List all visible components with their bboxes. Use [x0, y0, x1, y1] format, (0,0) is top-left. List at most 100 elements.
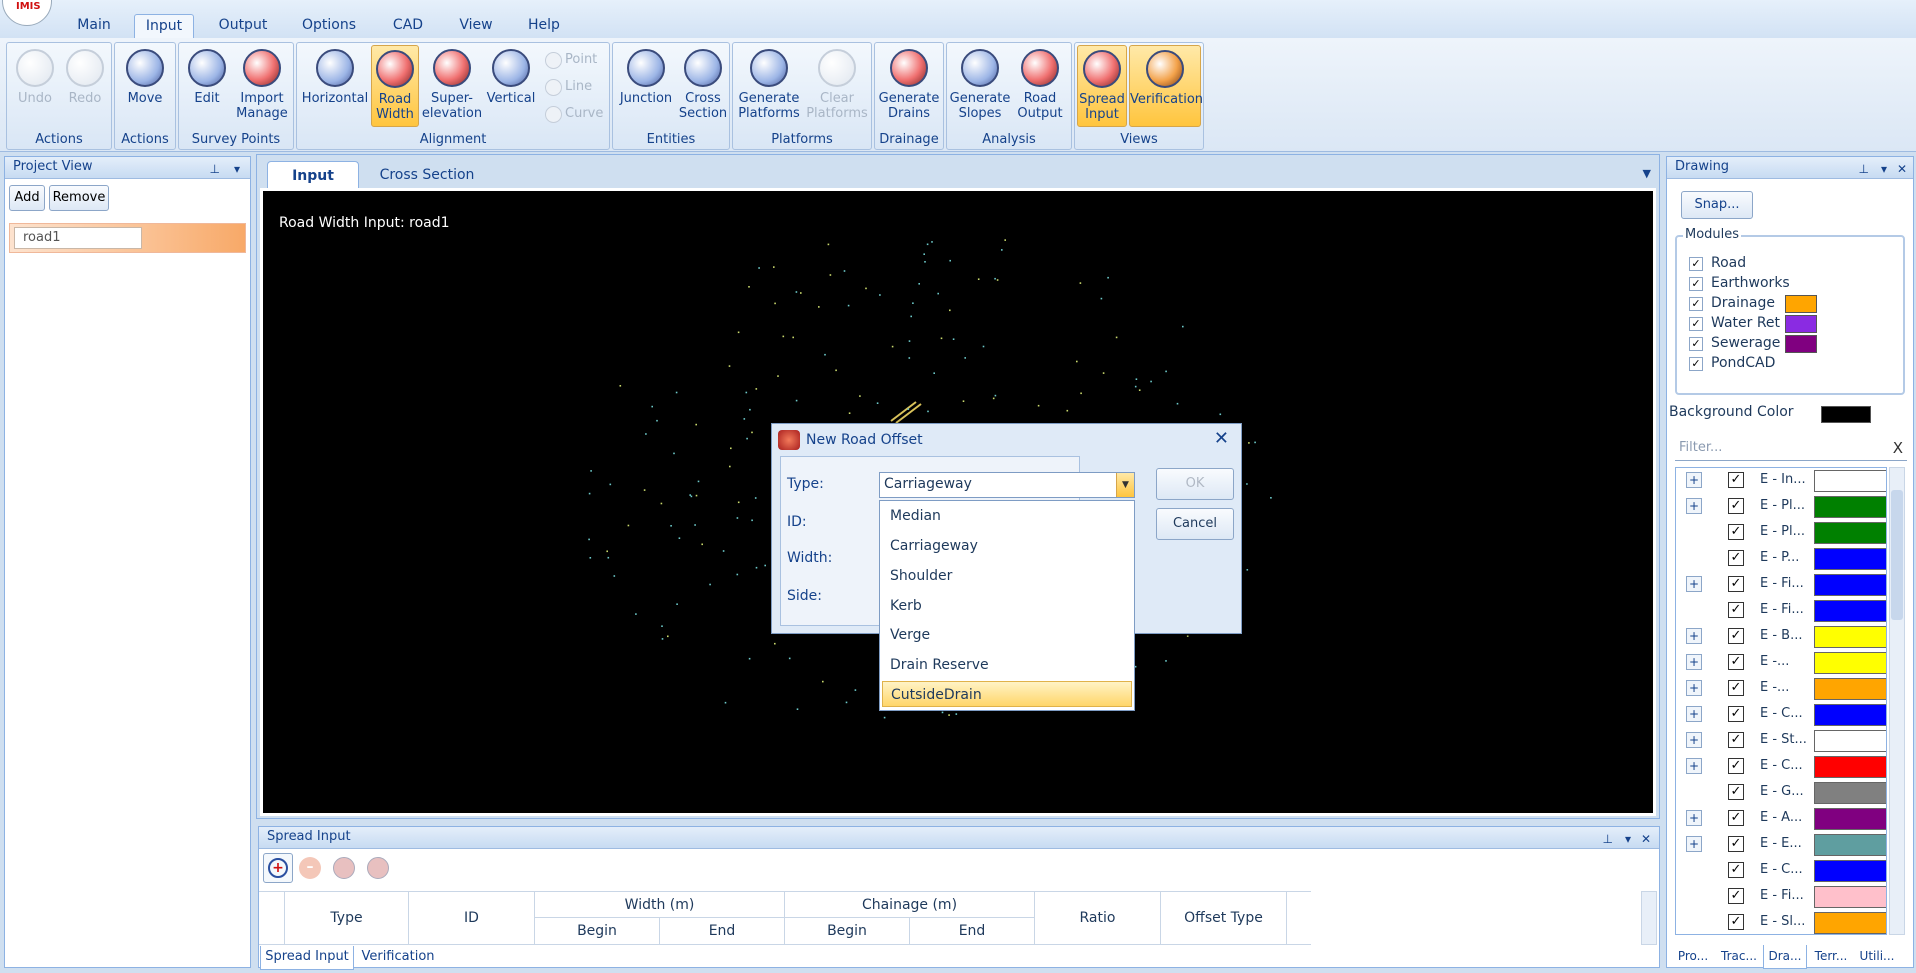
- move-button[interactable]: Move: [119, 45, 171, 127]
- layer-row[interactable]: + ✓ E - B...: [1676, 624, 1886, 650]
- filter-clear-icon[interactable]: X: [1893, 439, 1903, 457]
- layer-color-swatch[interactable]: [1814, 470, 1886, 492]
- verification-button[interactable]: Verification: [1129, 45, 1203, 127]
- grid-scrollbar[interactable]: [1641, 891, 1657, 945]
- module-color-swatch[interactable]: [1785, 295, 1817, 313]
- option-drain-reserve[interactable]: Drain Reserve: [882, 652, 1132, 678]
- layer-row[interactable]: + ✓ E - A...: [1676, 806, 1886, 832]
- import-manage-button[interactable]: Import Manage: [233, 45, 291, 127]
- vertical-button[interactable]: Vertical: [483, 45, 539, 127]
- layer-row[interactable]: + ✓ E -...: [1676, 650, 1886, 676]
- scrollbar-thumb[interactable]: [1891, 490, 1903, 620]
- layer-row[interactable]: + ✓ E -...: [1676, 676, 1886, 702]
- undo-button[interactable]: Undo: [11, 45, 59, 127]
- generate-platforms-button[interactable]: Generate Platforms: [735, 45, 803, 127]
- layer-checkbox[interactable]: ✓: [1728, 758, 1744, 774]
- module-checkbox[interactable]: ✓: [1689, 337, 1703, 351]
- option-cutsidedrain[interactable]: CutsideDrain: [882, 681, 1132, 707]
- option-median[interactable]: Median: [882, 503, 1132, 529]
- generate-slopes-button[interactable]: Generate Slopes: [949, 45, 1011, 127]
- drawing-tab[interactable]: Utili...: [1855, 945, 1899, 969]
- pin-icon[interactable]: ⊥: [210, 159, 220, 179]
- drawing-tab[interactable]: Trac...: [1717, 945, 1761, 969]
- layer-color-swatch[interactable]: [1814, 678, 1886, 700]
- layer-color-swatch[interactable]: [1814, 496, 1886, 518]
- project-item-road1[interactable]: road1: [14, 227, 142, 249]
- curve-option[interactable]: Curve: [543, 103, 603, 125]
- menu-cad[interactable]: CAD: [388, 14, 428, 38]
- clear-platforms-button[interactable]: Clear Platforms: [803, 45, 871, 127]
- layer-checkbox[interactable]: ✓: [1728, 862, 1744, 878]
- cancel-button[interactable]: Cancel: [1156, 508, 1234, 540]
- delete-icon[interactable]: [367, 857, 389, 879]
- remove-button[interactable]: Remove: [49, 185, 109, 211]
- expand-icon[interactable]: +: [1686, 680, 1702, 696]
- module-road[interactable]: ✓ Road: [1689, 255, 1889, 275]
- col-ratio[interactable]: Ratio: [1035, 892, 1161, 944]
- expand-icon[interactable]: +: [1686, 628, 1702, 644]
- tab-input[interactable]: Input: [267, 161, 359, 191]
- layer-color-swatch[interactable]: [1814, 834, 1886, 856]
- chevron-down-icon[interactable]: ▾: [234, 159, 240, 179]
- ok-button[interactable]: OK: [1156, 468, 1234, 500]
- tab-verification[interactable]: Verification: [356, 946, 440, 970]
- layer-color-swatch[interactable]: [1814, 756, 1886, 778]
- module-checkbox[interactable]: ✓: [1689, 317, 1703, 331]
- module-sewerage[interactable]: ✓ Sewerage: [1689, 335, 1889, 355]
- option-verge[interactable]: Verge: [882, 622, 1132, 648]
- option-kerb[interactable]: Kerb: [882, 593, 1132, 619]
- layer-checkbox[interactable]: ✓: [1728, 836, 1744, 852]
- col-width-end[interactable]: End: [660, 918, 785, 944]
- layer-checkbox[interactable]: ✓: [1728, 888, 1744, 904]
- layer-color-swatch[interactable]: [1814, 626, 1886, 648]
- expand-icon[interactable]: +: [1686, 472, 1702, 488]
- col-offset-type[interactable]: Offset Type: [1161, 892, 1287, 944]
- layer-color-swatch[interactable]: [1814, 912, 1886, 934]
- edit-button[interactable]: Edit: [183, 45, 231, 127]
- filter-input[interactable]: Filter... X: [1675, 437, 1907, 461]
- menu-input[interactable]: Input: [134, 14, 194, 38]
- expand-icon[interactable]: +: [1686, 836, 1702, 852]
- col-chainage-begin[interactable]: Begin: [785, 918, 910, 944]
- col-chainage-end[interactable]: End: [910, 918, 1035, 944]
- layer-checkbox[interactable]: ✓: [1728, 810, 1744, 826]
- layer-row[interactable]: + ✓ E - Fi...: [1676, 572, 1886, 598]
- layer-row[interactable]: + ✓ E - E...: [1676, 832, 1886, 858]
- layer-row[interactable]: ✓ E - Sl...: [1676, 910, 1886, 934]
- menu-view[interactable]: View: [452, 14, 500, 38]
- layer-row[interactable]: + ✓ E - Pl...: [1676, 494, 1886, 520]
- spread-input-button[interactable]: Spread Input: [1077, 45, 1127, 127]
- layer-row[interactable]: ✓ E - Pl...: [1676, 520, 1886, 546]
- layer-row[interactable]: ✓ E - C...: [1676, 858, 1886, 884]
- module-pondcad[interactable]: ✓ PondCAD: [1689, 355, 1889, 375]
- module-checkbox[interactable]: ✓: [1689, 257, 1703, 271]
- layer-color-swatch[interactable]: [1814, 574, 1886, 596]
- module-drainage[interactable]: ✓ Drainage: [1689, 295, 1889, 315]
- module-checkbox[interactable]: ✓: [1689, 357, 1703, 371]
- layer-color-swatch[interactable]: [1814, 652, 1886, 674]
- menu-help[interactable]: Help: [522, 14, 566, 38]
- menu-output[interactable]: Output: [212, 14, 274, 38]
- superelevation-button[interactable]: Super- elevation: [421, 45, 483, 127]
- layer-color-swatch[interactable]: [1814, 522, 1886, 544]
- module-color-swatch[interactable]: [1785, 315, 1817, 333]
- expand-icon[interactable]: +: [1686, 810, 1702, 826]
- tab-cross-section[interactable]: Cross Section: [369, 161, 485, 191]
- menu-options[interactable]: Options: [296, 14, 362, 38]
- menu-main[interactable]: Main: [70, 14, 118, 38]
- layer-checkbox[interactable]: ✓: [1728, 680, 1744, 696]
- drawing-tab[interactable]: Pro...: [1671, 945, 1715, 969]
- layer-row[interactable]: ✓ E - Fi...: [1676, 598, 1886, 624]
- horizontal-button[interactable]: Horizontal: [299, 45, 371, 127]
- expand-icon[interactable]: +: [1686, 576, 1702, 592]
- module-color-swatch[interactable]: [1785, 335, 1817, 353]
- layer-color-swatch[interactable]: [1814, 782, 1886, 804]
- project-item-row[interactable]: road1: [9, 223, 246, 253]
- tab-spread-input[interactable]: Spread Input: [260, 946, 354, 970]
- close-icon[interactable]: ✕: [1641, 829, 1651, 849]
- background-color-swatch[interactable]: [1821, 406, 1871, 423]
- close-icon[interactable]: ✕: [1897, 159, 1907, 179]
- drawing-tab[interactable]: Terr...: [1809, 945, 1853, 969]
- layer-checkbox[interactable]: ✓: [1728, 550, 1744, 566]
- line-option[interactable]: Line: [543, 76, 592, 98]
